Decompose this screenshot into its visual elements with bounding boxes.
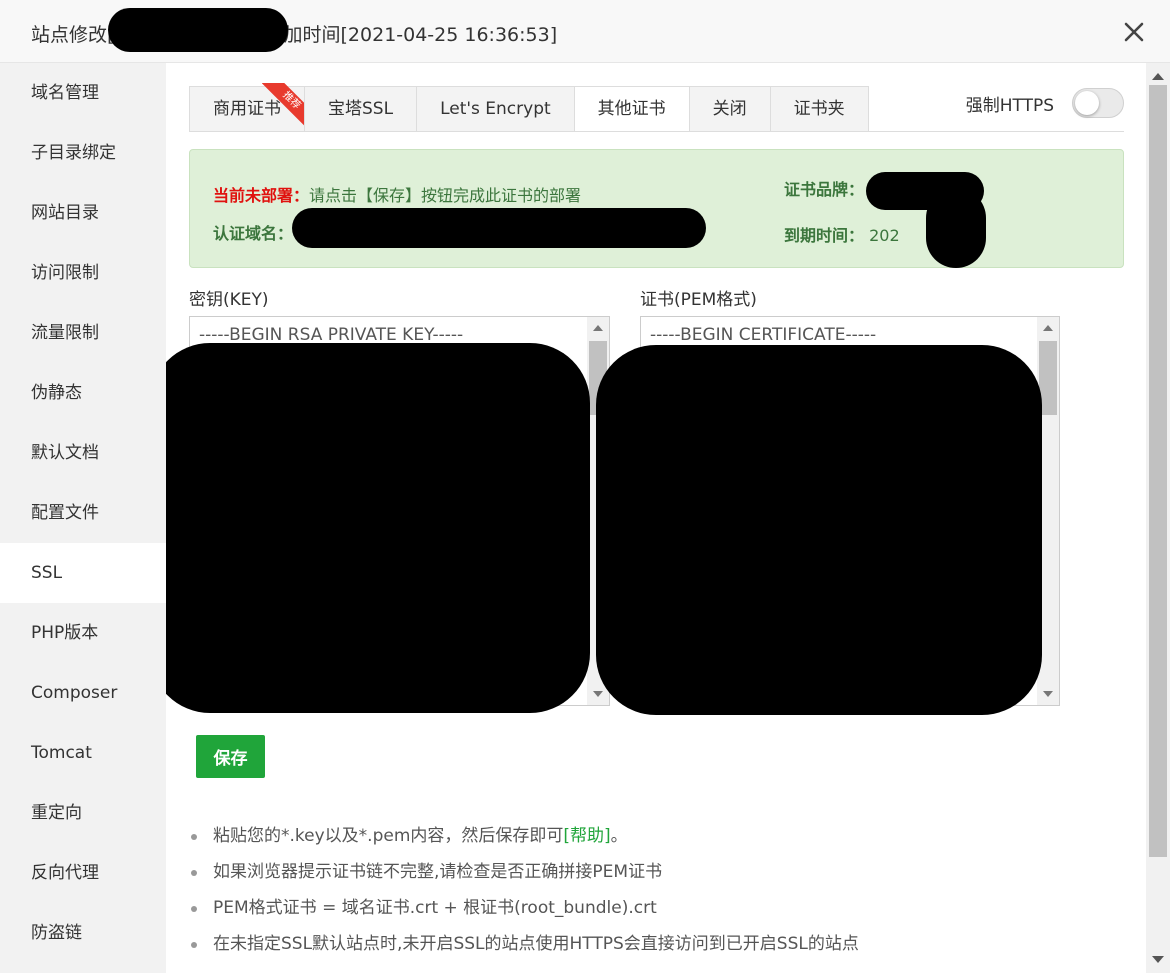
tab-other-cert[interactable]: 其他证书 xyxy=(573,86,689,132)
list-item: PEM格式证书 = 域名证书.crt + 根证书(root_bundle).cr… xyxy=(189,890,859,926)
close-icon xyxy=(1124,22,1144,42)
sidebar-item-hotlink-protection[interactable]: 防盗链 xyxy=(0,903,166,963)
sidebar-item-reverse-proxy[interactable]: 反向代理 xyxy=(0,843,166,903)
sidebar-item-redirect[interactable]: 重定向 xyxy=(0,783,166,843)
domain-label: 认证域名： xyxy=(213,224,294,243)
key-field-label: 密钥(KEY) xyxy=(189,290,269,310)
ssl-panel: 商用证书 推荐 宝塔SSL Let's Encrypt 其他证书 关闭 证书夹 … xyxy=(166,63,1146,973)
sidebar-item-domain[interactable]: 域名管理 xyxy=(0,63,166,123)
brand-label: 证书品牌： xyxy=(784,180,865,199)
scroll-down-arrow-icon[interactable] xyxy=(1043,691,1053,697)
scroll-thumb[interactable] xyxy=(1149,85,1167,857)
force-https-control: 强制HTTPS xyxy=(966,88,1124,118)
sidebar-item-config-file[interactable]: 配置文件 xyxy=(0,483,166,543)
sidebar-item-default-doc[interactable]: 默认文档 xyxy=(0,423,166,483)
dialog-scrollbar[interactable] xyxy=(1146,63,1170,973)
tab-commercial-cert[interactable]: 商用证书 推荐 xyxy=(189,83,312,132)
sidebar-item-access-limit[interactable]: 访问限制 xyxy=(0,243,166,303)
sidebar-item-traffic-limit[interactable]: 流量限制 xyxy=(0,303,166,363)
sidebar-item-composer[interactable]: Composer xyxy=(0,663,166,723)
expire-row: 到期时间： 202 xyxy=(784,222,900,246)
help-link[interactable]: [帮助] xyxy=(563,826,610,846)
tip-text: 粘贴您的*.key以及*.pem内容，然后保存即可 xyxy=(213,826,564,846)
brand-row: 证书品牌： xyxy=(784,176,864,200)
tab-cert-folder[interactable]: 证书夹 xyxy=(769,86,869,132)
cert-field-label: 证书(PEM格式) xyxy=(640,290,757,310)
deploy-status-notice: 当前未部署：请点击【保存】按钮完成此证书的部署 认证域名： 证书品牌： 到期时间… xyxy=(189,149,1124,268)
scroll-up-arrow-icon[interactable] xyxy=(1043,325,1053,331)
tab-baota-ssl[interactable]: 宝塔SSL xyxy=(304,86,417,132)
tip-text: 。 xyxy=(610,826,628,846)
sidebar-item-subdir-binding[interactable]: 子目录绑定 xyxy=(0,123,166,183)
sidebar-item-ssl[interactable]: SSL xyxy=(0,543,166,603)
certificate-text: -----BEGIN CERTIFICATE----- xyxy=(650,325,877,345)
close-button[interactable] xyxy=(1120,18,1148,46)
sidebar-item-php-version[interactable]: PHP版本 xyxy=(0,603,166,663)
sidebar-item-rewrite[interactable]: 伪静态 xyxy=(0,363,166,423)
redaction-mark xyxy=(166,343,590,713)
sidebar: 域名管理 子目录绑定 网站目录 访问限制 流量限制 伪静态 默认文档 配置文件 … xyxy=(0,63,166,973)
ssl-tabs: 商用证书 推荐 宝塔SSL Let's Encrypt 其他证书 关闭 证书夹 xyxy=(189,83,869,132)
sidebar-item-tomcat[interactable]: Tomcat xyxy=(0,723,166,783)
domain-row: 认证域名： xyxy=(213,220,293,244)
tab-lets-encrypt[interactable]: Let's Encrypt xyxy=(416,86,574,132)
scroll-up-arrow-icon[interactable] xyxy=(1152,73,1164,80)
private-key-text: -----BEGIN RSA PRIVATE KEY----- xyxy=(199,325,464,345)
list-item: 粘贴您的*.key以及*.pem内容，然后保存即可[帮助]。 xyxy=(189,818,859,854)
force-https-label: 强制HTTPS xyxy=(965,95,1054,116)
redaction-mark xyxy=(596,345,1042,715)
sidebar-item-site-directory[interactable]: 网站目录 xyxy=(0,183,166,243)
dialog-titlebar: 站点修改[████████] -- 添加时间[2021-04-25 16:36:… xyxy=(0,0,1170,63)
expire-label: 到期时间： xyxy=(784,226,865,245)
status-text: 请点击【保存】按钮完成此证书的部署 xyxy=(309,186,582,205)
status-row: 当前未部署：请点击【保存】按钮完成此证书的部署 xyxy=(213,182,581,206)
scroll-down-arrow-icon[interactable] xyxy=(593,691,603,697)
list-item: 如果浏览器提示证书链不完整,请检查是否正确拼接PEM证书 xyxy=(189,854,859,890)
redaction-mark xyxy=(108,8,288,52)
save-button[interactable]: 保存 xyxy=(196,735,265,778)
expire-value: 202 xyxy=(869,226,900,245)
tab-divider xyxy=(189,131,1124,132)
status-label: 当前未部署： xyxy=(213,186,310,205)
tab-close-ssl[interactable]: 关闭 xyxy=(688,86,770,132)
scroll-up-arrow-icon[interactable] xyxy=(593,325,603,331)
list-item: 在未指定SSL默认站点时,未开启SSL的站点使用HTTPS会直接访问到已开启SS… xyxy=(189,926,859,962)
redaction-mark xyxy=(292,208,706,248)
help-tips-list: 粘贴您的*.key以及*.pem内容，然后保存即可[帮助]。 如果浏览器提示证书… xyxy=(189,818,859,962)
force-https-toggle[interactable] xyxy=(1072,88,1124,118)
toggle-knob xyxy=(1075,91,1099,115)
scroll-down-arrow-icon[interactable] xyxy=(1152,956,1164,963)
redaction-mark xyxy=(926,188,986,268)
